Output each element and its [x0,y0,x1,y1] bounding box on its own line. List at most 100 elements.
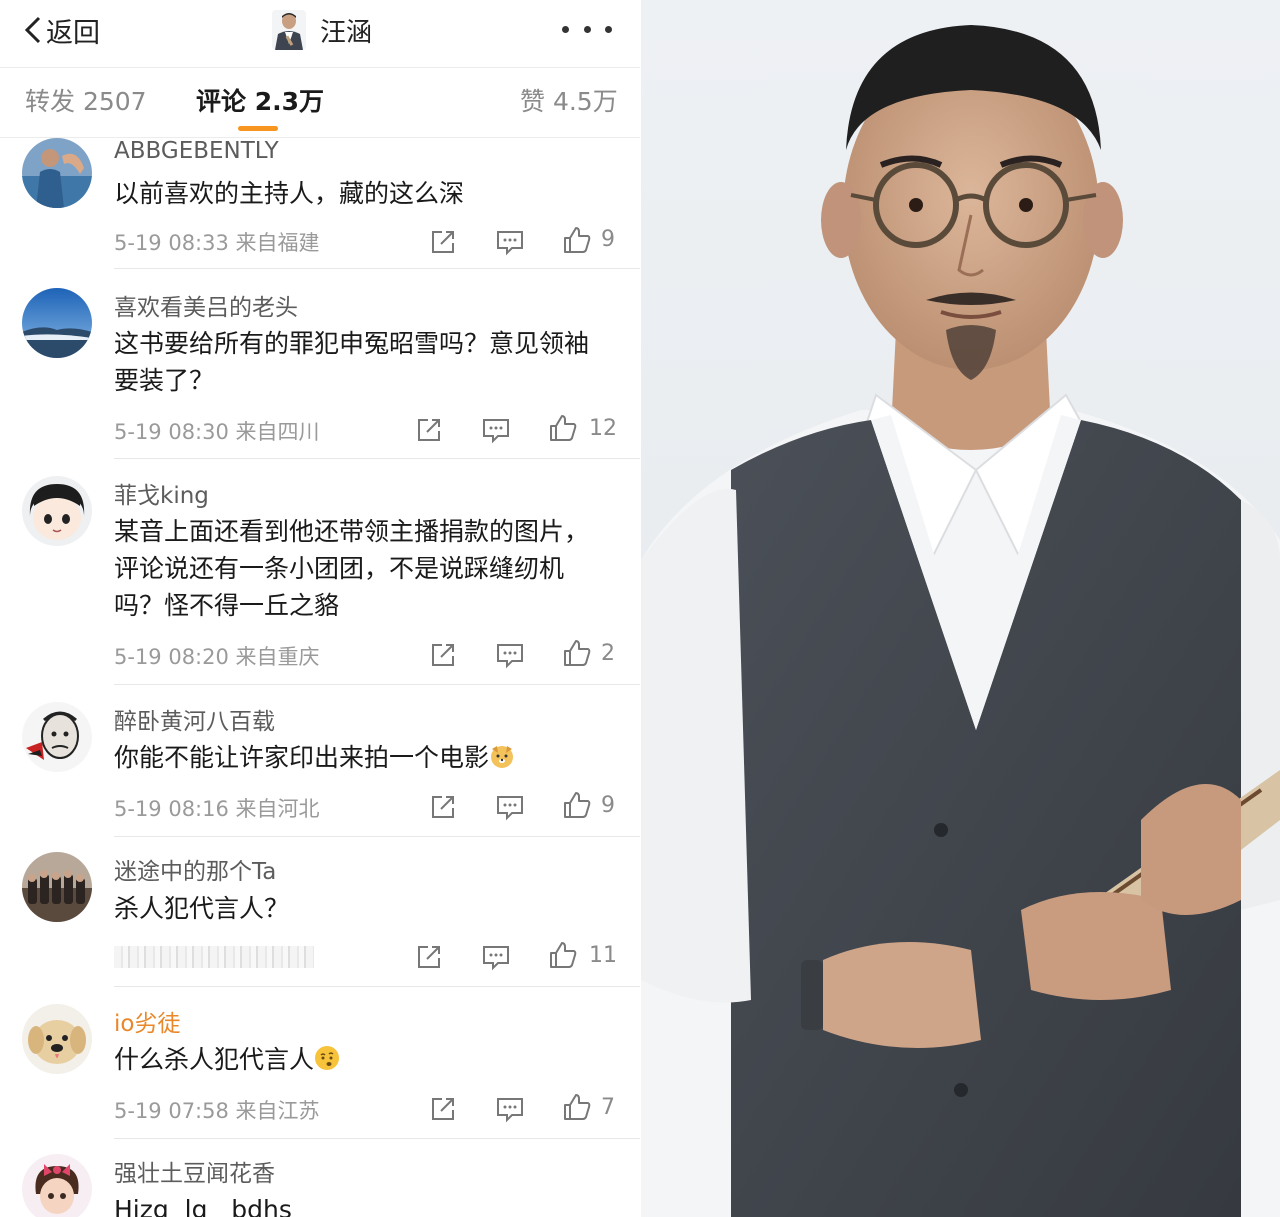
comment-text: 什么杀人犯代言人 [114,1041,614,1078]
divider [114,836,640,837]
divider [114,1138,640,1139]
comment-text: 杀人犯代言人？ [114,894,290,923]
reply-button[interactable] [481,942,511,972]
divider [114,268,640,269]
thumbs-up-icon [564,640,591,666]
thumbs-up-icon [564,792,591,818]
comment-panel: 返回 汪涵 转发 2507 评论 2.3万 赞 4.5万 ABBGEBENTLY… [0,0,640,1217]
divider [114,458,640,459]
like-button[interactable] [562,1092,592,1122]
repost-button[interactable] [414,942,444,972]
avatar[interactable] [22,1154,92,1217]
reply-button[interactable] [495,1094,525,1124]
comment-icon [497,1098,523,1123]
like-button[interactable] [548,940,578,970]
repost-button[interactable] [428,640,458,670]
comment-username[interactable]: 菲戈king [114,476,209,510]
like-count: 2 [601,641,615,666]
comment-meta: 5-19 08:20 来自重庆 [114,645,320,669]
repost-icon [432,231,454,253]
like-count: 7 [601,1095,615,1120]
repost-icon [418,419,440,441]
more-button[interactable] [562,14,612,44]
author-avatar [272,10,306,50]
comment-icon [483,419,509,444]
comment-text: 某音上面还看到他还带领主播捐款的图片，评论说还有一条小团团，不是说踩缝纫机吗？怪… [114,517,590,620]
reply-button[interactable] [495,792,525,822]
like-button[interactable] [562,638,592,668]
tab-likes[interactable]: 赞 4.5万 [520,82,618,122]
comment-username[interactable]: 喜欢看美吕的老头 [114,288,298,322]
reply-button[interactable] [481,415,511,445]
comment-item: ABBGEBENTLY 以前喜欢的主持人，藏的这么深 5-19 08:33 来自… [0,138,640,288]
repost-icon [432,644,454,666]
avatar[interactable] [22,138,92,208]
more-icon [605,25,612,33]
repost-icon [418,946,440,968]
comment-username[interactable]: ABBGEBENTLY [114,138,279,164]
tab-comments[interactable]: 评论 2.3万 [196,82,324,122]
thinking-emoji-icon [315,1046,340,1070]
divider [114,986,640,987]
comment-icon [497,231,523,256]
repost-button[interactable] [428,792,458,822]
repost-icon [432,796,454,818]
back-chevron-icon [24,16,41,44]
portrait-photo [641,0,1280,1217]
repost-button[interactable] [428,227,458,257]
comment-meta: 5-19 08:30 来自四川 [114,420,320,444]
avatar[interactable] [22,476,92,546]
comment-username[interactable]: 迷途中的那个Ta [114,852,276,886]
back-button[interactable]: 返回 [22,10,100,50]
comment-meta: 5-19 08:33 来自福建 [114,231,320,255]
repost-button[interactable] [428,1094,458,1124]
comment-item: 迷途中的那个Ta 杀人犯代言人？ 11 [0,852,640,987]
comment-item: 醉卧黄河八百载 你能不能让许家印出来拍一个电影 5-19 08:16 来自河北 … [0,702,640,837]
comment-item: 菲戈king 某音上面还看到他还带领主播捐款的图片，评论说还有一条小团团，不是说… [0,476,640,686]
blurred-meta [114,946,314,968]
author-name: 汪涵 [320,17,373,48]
comment-icon [483,946,509,971]
page-title[interactable]: 汪涵 [272,8,372,52]
repost-icon [432,1098,454,1120]
like-button[interactable] [562,225,592,255]
comment-text-body: 什么杀人犯代言人 [114,1045,315,1074]
like-button[interactable] [562,790,592,820]
comment-icon [497,796,523,821]
comment-text: Hizg lg bdhs [114,1195,292,1217]
back-label: 返回 [46,17,100,49]
avatar[interactable] [22,1004,92,1074]
avatar[interactable] [22,702,92,772]
comment-icon [497,644,523,669]
comment-text: 这书要给所有的罪犯申冤昭雪吗？意见领袖要装了？ [114,329,590,395]
like-count: 11 [589,943,617,968]
comment-item: io劣徒 什么杀人犯代言人 5-19 07:58 来自江苏 7 [0,1004,640,1139]
reply-button[interactable] [495,640,525,670]
comment-username[interactable]: io劣徒 [114,1004,180,1038]
thumbs-up-icon [564,227,591,253]
top-bar: 返回 汪涵 [0,0,640,68]
comment-meta: 5-19 07:58 来自江苏 [114,1099,320,1123]
thumbs-up-icon [564,1094,591,1120]
like-count: 12 [589,416,617,441]
active-tab-indicator [238,126,278,131]
repost-button[interactable] [414,415,444,445]
comment-item: 喜欢看美吕的老头 这书要给所有的罪犯申冤昭雪吗？意见领袖要装了？ 5-19 08… [0,288,640,459]
divider [114,684,640,685]
like-count: 9 [601,227,615,252]
tab-bar: 转发 2507 评论 2.3万 赞 4.5万 [0,68,640,138]
comment-username[interactable]: 醉卧黄河八百载 [114,702,275,736]
tab-repost[interactable]: 转发 2507 [25,82,147,122]
comment-text: 以前喜欢的主持人，藏的这么深 [114,179,465,208]
reply-button[interactable] [495,227,525,257]
avatar[interactable] [22,288,92,358]
portrait-image [641,0,1280,1217]
comment-text-body: 你能不能让许家印出来拍一个电影 [114,743,490,772]
dog-emoji-icon [491,746,514,768]
comment-item: 强壮土豆闻花香 Hizg lg bdhs [0,1154,640,1217]
comment-username[interactable]: 强壮土豆闻花香 [114,1154,275,1188]
avatar[interactable] [22,852,92,922]
like-button[interactable] [548,413,578,443]
comment-meta: 5-19 08:16 来自河北 [114,797,320,821]
thumbs-up-icon [550,415,577,441]
